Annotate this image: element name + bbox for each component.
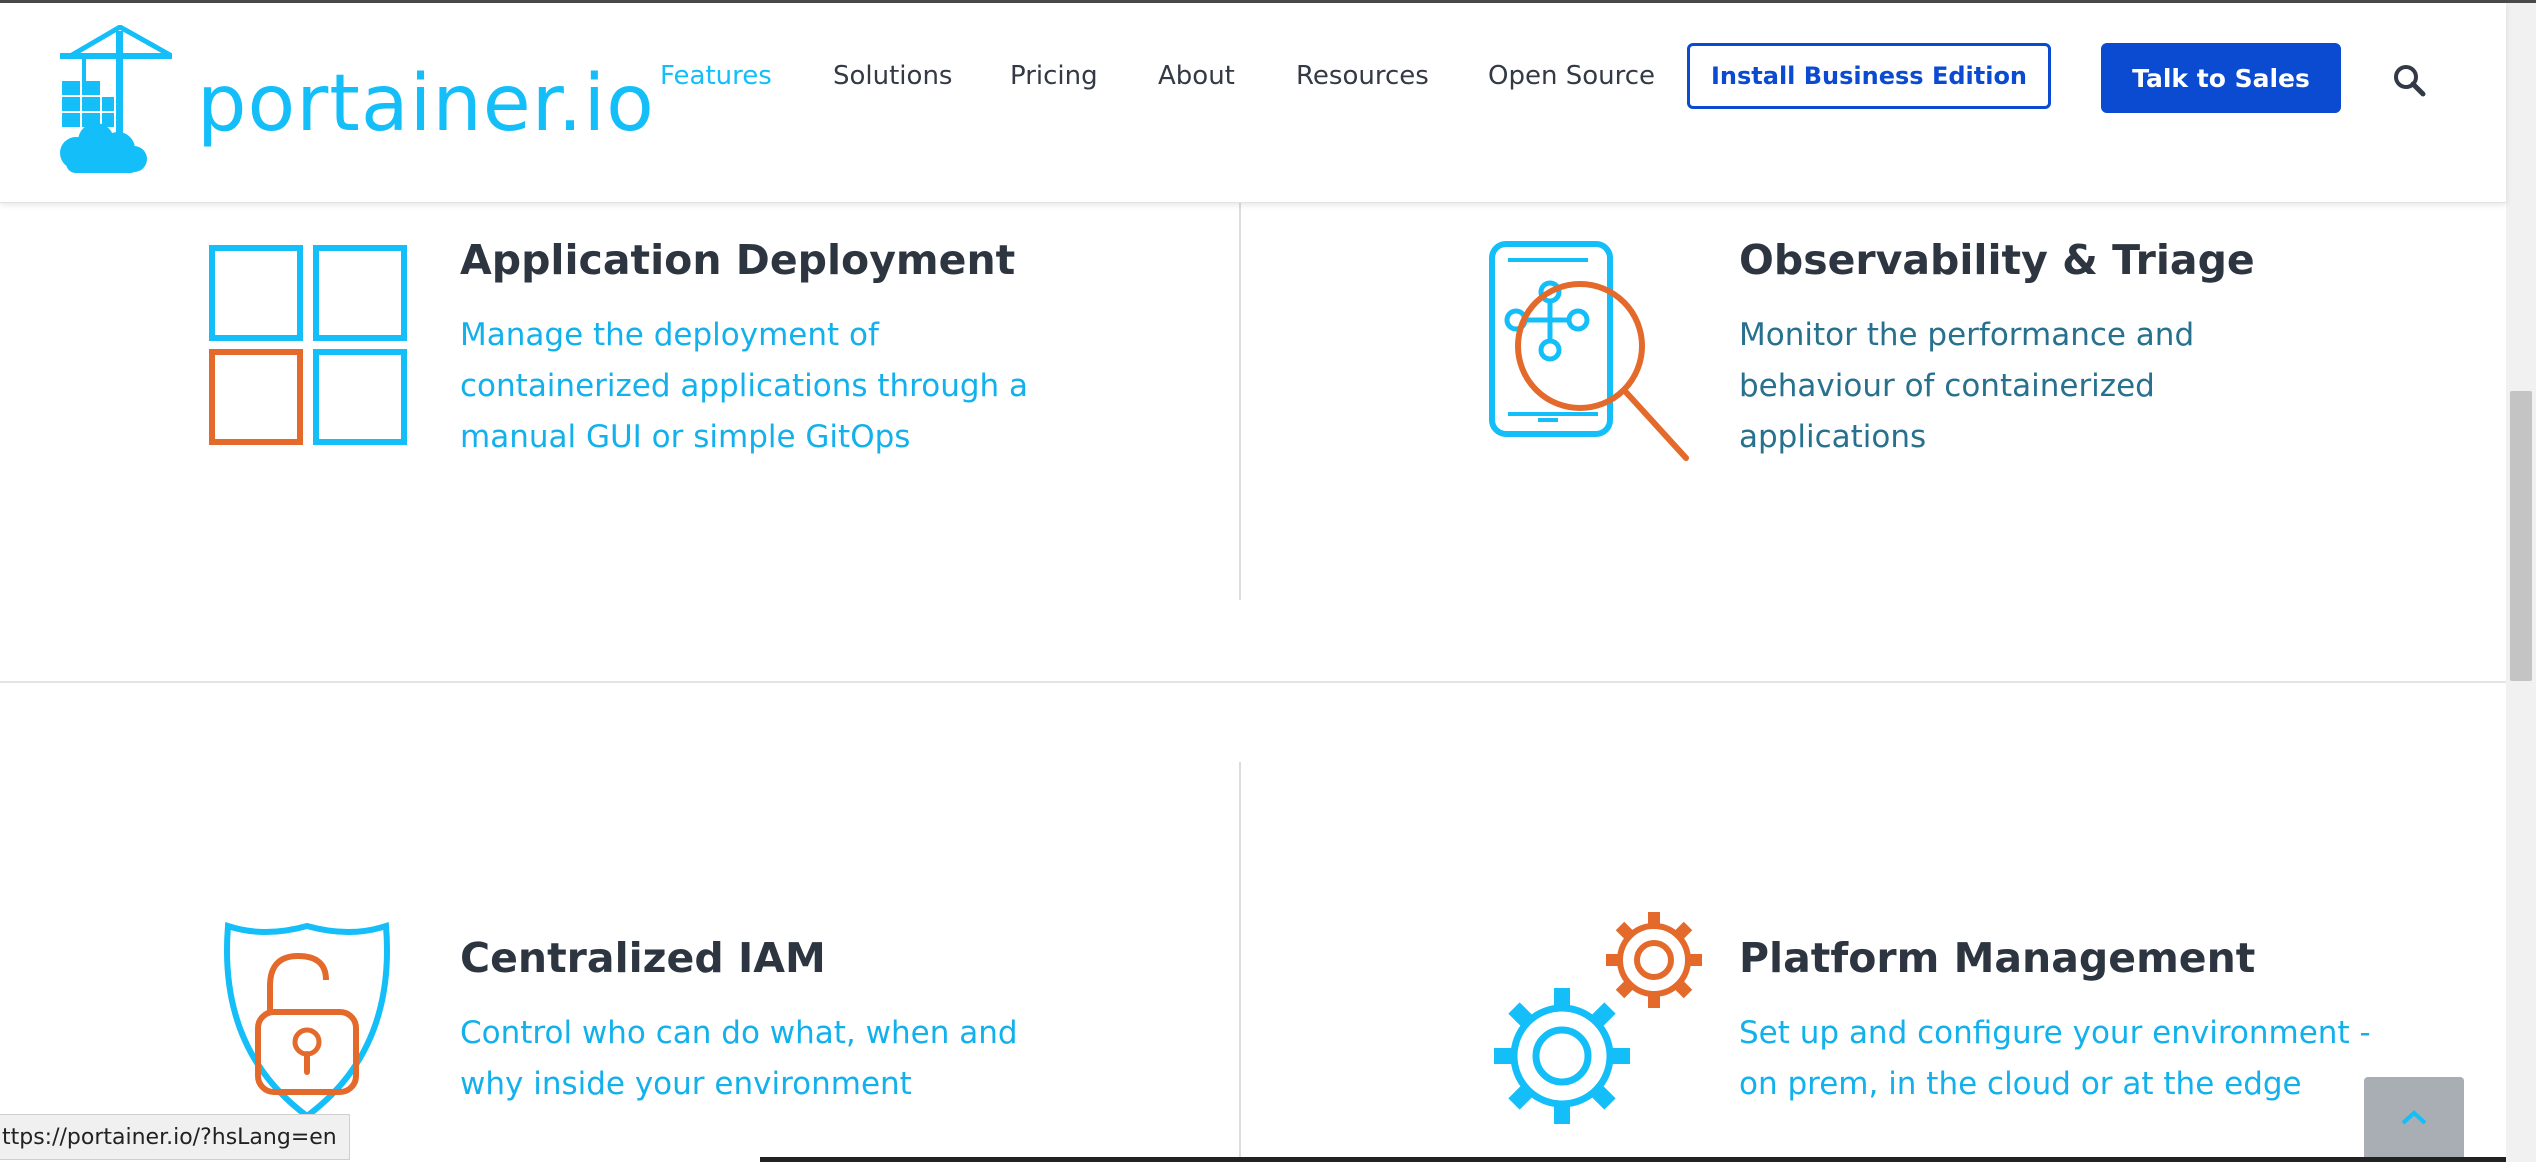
crane-container-logo-icon <box>60 25 172 173</box>
install-business-edition-button[interactable]: Install Business Edition <box>1687 43 2051 109</box>
browser-status-url: ttps://portainer.io/?hsLang=en <box>0 1114 350 1160</box>
feature-desc-observability-triage: Monitor the performance and behaviour of… <box>1739 317 2195 455</box>
chevron-up-icon <box>2401 1110 2427 1125</box>
feature-desc-application-deployment: Manage the deployment of containerized a… <box>460 317 1029 455</box>
row-divider <box>0 681 2506 683</box>
column-divider-bottom <box>1239 762 1241 1162</box>
scrollbar-thumb[interactable] <box>2510 391 2532 681</box>
nav-open-source[interactable]: Open Source <box>1488 61 1655 91</box>
back-to-top-button[interactable] <box>2364 1077 2464 1162</box>
feature-title-centralized-iam: Centralized IAM <box>460 934 826 982</box>
search-icon[interactable] <box>2392 63 2426 97</box>
gears-icon <box>1494 912 1702 1124</box>
nav-pricing[interactable]: Pricing <box>1010 61 1098 91</box>
site-header: portainer.io Features Solutions Pricing … <box>0 3 2506 203</box>
logo-wordmark: portainer.io <box>197 59 655 149</box>
grid-icon <box>209 245 407 445</box>
column-divider-top <box>1239 202 1241 600</box>
phone-magnifier-icon <box>1489 241 1689 461</box>
browser-viewport: portainer.io Features Solutions Pricing … <box>0 0 2536 1162</box>
page-scrollbar[interactable] <box>2506 3 2536 1162</box>
nav-solutions[interactable]: Solutions <box>833 61 952 91</box>
talk-to-sales-button[interactable]: Talk to Sales <box>2101 43 2341 113</box>
nav-about[interactable]: About <box>1158 61 1235 91</box>
feature-desc-platform-management: Set up and configure your environment - … <box>1739 1015 2371 1102</box>
window-bottom-edge <box>760 1157 2506 1162</box>
nav-resources[interactable]: Resources <box>1296 61 1429 91</box>
portainer-logo[interactable]: portainer.io <box>52 25 654 185</box>
feature-title-platform-management: Platform Management <box>1739 934 2256 982</box>
nav-features[interactable]: Features <box>660 61 772 91</box>
feature-title-application-deployment: Application Deployment <box>460 236 1016 284</box>
shield-lock-icon <box>224 921 390 1120</box>
feature-title-observability-triage: Observability & Triage <box>1739 236 2255 284</box>
feature-desc-centralized-iam: Control who can do what, when and why in… <box>460 1015 1018 1102</box>
